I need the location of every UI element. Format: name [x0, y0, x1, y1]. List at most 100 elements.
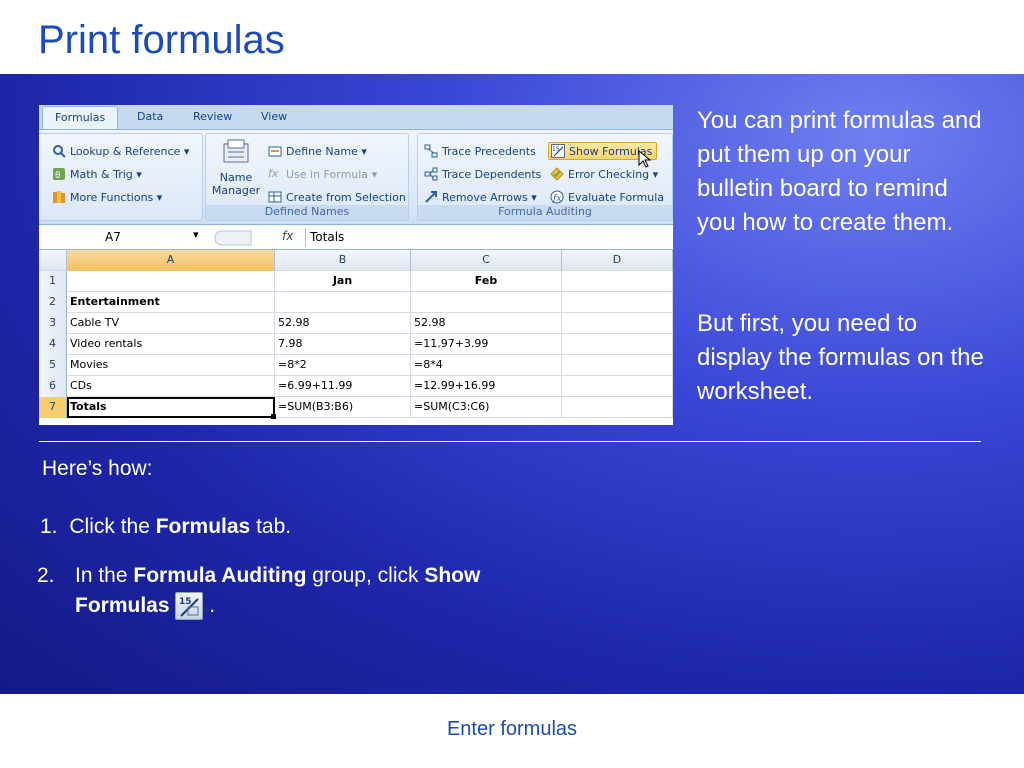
cell-a5[interactable]: Movies — [67, 355, 275, 376]
cell-c3[interactable]: 52.98 — [411, 313, 562, 334]
cell-d6[interactable] — [562, 376, 673, 397]
cell-b6[interactable]: =6.99+11.99 — [275, 376, 411, 397]
divider — [39, 441, 981, 442]
cell-d5[interactable] — [562, 355, 673, 376]
formula-auditing-group: Trace Precedents Trace Dependents Remove… — [417, 133, 673, 221]
define-name-button[interactable]: Define Name ▾ — [268, 144, 367, 158]
cell-d2[interactable] — [562, 292, 673, 313]
table-row: 4 Video rentals 7.98 =11.97+3.99 — [39, 334, 673, 355]
cell-b2[interactable] — [275, 292, 411, 313]
step-bold-text: Formula Auditing — [133, 564, 307, 587]
cell-d7[interactable] — [562, 397, 673, 418]
error-checking-button[interactable]: Error Checking ▾ — [550, 167, 658, 181]
tab-formulas[interactable]: Formulas — [42, 106, 119, 130]
row-header[interactable]: 1 — [39, 271, 67, 292]
step-text: In the — [75, 564, 134, 587]
trace-dependents-button[interactable]: Trace Dependents — [424, 167, 541, 181]
row-header[interactable]: 7 — [39, 397, 67, 418]
function-library-group: Lookup & Reference ▾ θ Math & Trig ▾ Mor… — [39, 133, 203, 221]
cell-c4[interactable]: =11.97+3.99 — [411, 334, 562, 355]
step-text: Click the — [69, 515, 156, 538]
cell-a3[interactable]: Cable TV — [67, 313, 275, 334]
svg-text:fx: fx — [552, 194, 561, 204]
cell-b3[interactable]: 52.98 — [275, 313, 411, 334]
math-trig-button[interactable]: θ Math & Trig ▾ — [52, 167, 142, 181]
cell-a4[interactable]: Video rentals — [67, 334, 275, 355]
row-header[interactable]: 6 — [39, 376, 67, 397]
excel-screenshot: Formulas Data Review View Lookup & Refer… — [39, 105, 673, 425]
table-row: 3 Cable TV 52.98 52.98 — [39, 313, 673, 334]
define-name-icon — [268, 144, 282, 158]
cell-c2[interactable] — [411, 292, 562, 313]
table-row: 7 Totals =SUM(B3:B6) =SUM(C3:C6) — [39, 397, 673, 418]
step-1: 1. Click the Formulas tab. — [40, 512, 291, 542]
use-in-formula-button[interactable]: fx Use in Formula ▾ — [268, 167, 377, 181]
trace-precedents-icon — [424, 144, 438, 158]
show-formulas-icon: 15 — [551, 144, 565, 158]
column-header-a[interactable]: A — [67, 250, 275, 271]
cell-c1[interactable]: Feb — [411, 271, 562, 292]
lookup-reference-button[interactable]: Lookup & Reference ▾ — [52, 144, 189, 158]
step-bold-text: Formulas — [155, 515, 251, 538]
cell-d4[interactable] — [562, 334, 673, 355]
formula-input[interactable]: Totals — [305, 228, 673, 247]
tab-view[interactable]: View — [261, 110, 287, 123]
column-header-b[interactable]: B — [275, 250, 411, 271]
name-box[interactable]: A7 — [39, 228, 211, 247]
ribbon-tabs: Formulas Data Review View — [39, 105, 673, 130]
show-formulas-icon: 15 — [175, 592, 204, 621]
select-all-corner[interactable] — [39, 250, 67, 271]
fill-handle[interactable] — [271, 414, 276, 419]
cell-a7[interactable]: Totals — [67, 397, 275, 418]
cell-a2[interactable]: Entertainment — [67, 292, 275, 313]
evaluate-formula-icon: fx — [550, 190, 564, 204]
step-number: 2. — [37, 564, 55, 587]
table-icon — [268, 190, 282, 204]
books-icon — [52, 190, 66, 204]
trace-dependents-icon — [424, 167, 438, 181]
tab-data[interactable]: Data — [137, 110, 163, 123]
cell-c6[interactable]: =12.99+16.99 — [411, 376, 562, 397]
formula-bar: A7 ▾ fx Totals — [39, 226, 673, 250]
cell-c5[interactable]: =8*4 — [411, 355, 562, 376]
row-header[interactable]: 2 — [39, 292, 67, 313]
name-manager-button[interactable]: Name Manager — [210, 138, 262, 197]
name-manager-icon — [223, 139, 249, 163]
row-header[interactable]: 5 — [39, 355, 67, 376]
cell-b1[interactable]: Jan — [275, 271, 411, 292]
row-header[interactable]: 4 — [39, 334, 67, 355]
step-bold-text: Formulas — [75, 594, 170, 617]
column-header-c[interactable]: C — [411, 250, 562, 271]
cell-a6[interactable]: CDs — [67, 376, 275, 397]
cell-b7[interactable]: =SUM(B3:B6) — [275, 397, 411, 418]
cell-b5[interactable]: =8*2 — [275, 355, 411, 376]
cell-a1[interactable] — [67, 271, 275, 292]
cell-c7[interactable]: =SUM(C3:C6) — [411, 397, 562, 418]
step-text: . — [209, 594, 216, 617]
intro-paragraph: You can print formulas and put them up o… — [697, 107, 982, 236]
step-text: tab. — [250, 515, 292, 538]
ribbon: Lookup & Reference ▾ θ Math & Trig ▾ Mor… — [39, 129, 673, 225]
step-number: 1. — [40, 515, 58, 538]
svg-text:θ: θ — [55, 171, 61, 181]
table-row: 2 Entertainment — [39, 292, 673, 313]
error-checking-icon — [550, 167, 564, 181]
cell-b4[interactable]: 7.98 — [275, 334, 411, 355]
mouse-cursor-icon — [638, 150, 652, 168]
evaluate-formula-button[interactable]: fx Evaluate Formula — [550, 190, 664, 204]
formula-bar-divider-icon — [214, 230, 252, 246]
more-functions-button[interactable]: More Functions ▾ — [52, 190, 162, 204]
row-header[interactable]: 3 — [39, 313, 67, 334]
math-icon: θ — [52, 167, 66, 181]
slide-title: Print formulas — [38, 18, 285, 62]
trace-precedents-button[interactable]: Trace Precedents — [424, 144, 536, 158]
fx-insert-function-button[interactable]: fx — [282, 229, 293, 243]
step-text: group, click — [306, 564, 425, 587]
create-from-selection-button[interactable]: Create from Selection — [268, 190, 406, 204]
column-header-d[interactable]: D — [562, 250, 673, 271]
cell-d1[interactable] — [562, 271, 673, 292]
tab-review[interactable]: Review — [193, 110, 232, 123]
cell-d3[interactable] — [562, 313, 673, 334]
name-box-dropdown-arrow[interactable]: ▾ — [193, 228, 199, 241]
remove-arrows-button[interactable]: Remove Arrows ▾ — [424, 190, 537, 204]
